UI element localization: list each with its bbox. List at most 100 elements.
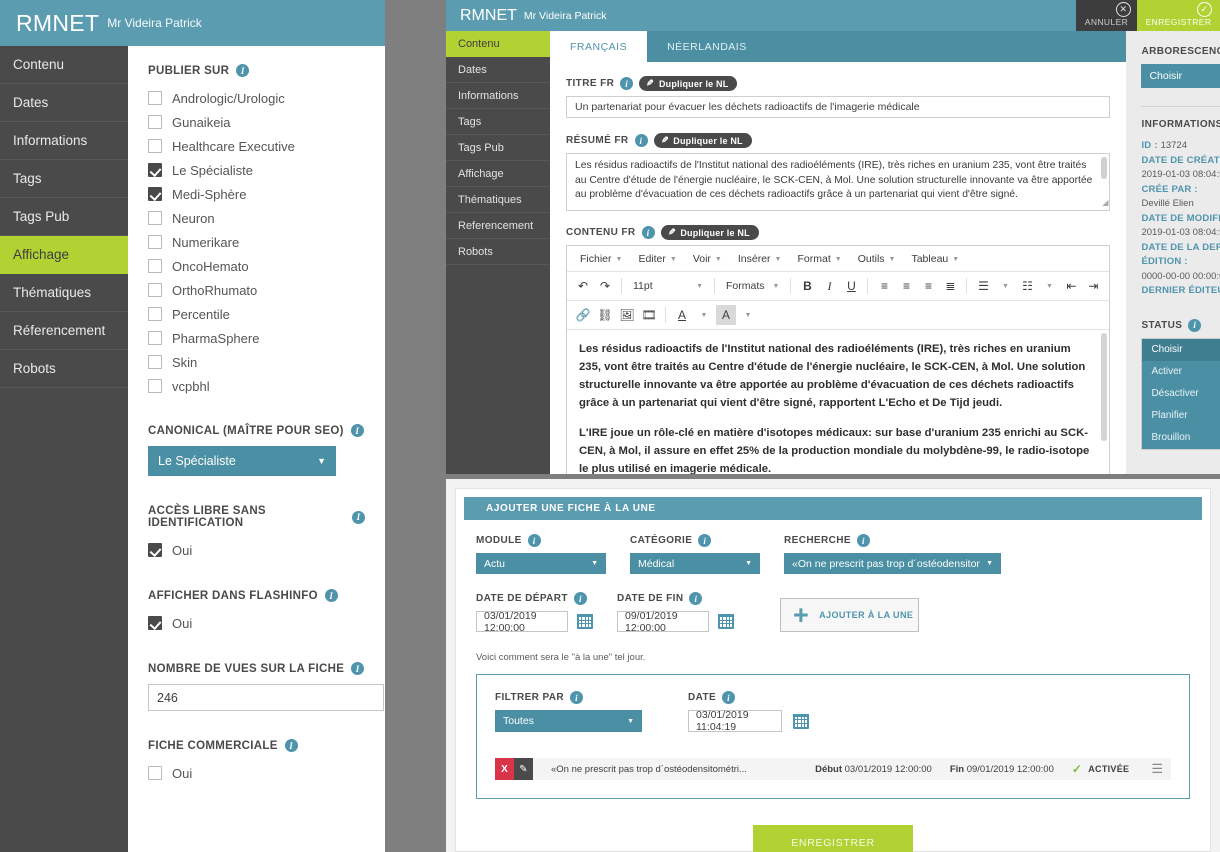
resume-textarea[interactable]: Les résidus radioactifs de l'Institut na… bbox=[566, 153, 1111, 211]
dupliquer-nl-titre-button[interactable]: ✎ Dupliquer le NL bbox=[639, 76, 738, 91]
list-item[interactable]: Le Spécialiste bbox=[148, 158, 365, 182]
publier-checkbox[interactable] bbox=[148, 331, 162, 345]
info-icon[interactable]: i bbox=[324, 589, 338, 602]
modal-sidebar-item-affichage[interactable]: Affichage bbox=[446, 161, 550, 187]
chevron-down-icon[interactable]: ▼ bbox=[738, 305, 758, 325]
text-color-icon[interactable]: A bbox=[672, 305, 692, 325]
calendar-icon[interactable] bbox=[793, 713, 809, 729]
tab-n-erlandais[interactable]: NÉERLANDAIS bbox=[647, 31, 767, 62]
status-option[interactable]: Activer bbox=[1142, 361, 1220, 383]
publier-checkbox[interactable] bbox=[148, 379, 162, 393]
info-icon[interactable]: i bbox=[352, 510, 365, 524]
bullet-list-icon[interactable]: ☰ bbox=[973, 276, 993, 296]
menu-format[interactable]: Format ▼ bbox=[790, 251, 848, 267]
editor-menubar[interactable]: Fichier ▼ Editer ▼ Voir ▼ Insérer ▼ Format ▼ Outil… bbox=[567, 246, 1110, 272]
underline-icon[interactable]: U bbox=[841, 276, 861, 296]
dupliquer-nl-resume-button[interactable]: ✎ Dupliquer le NL bbox=[653, 133, 752, 148]
date-depart-input[interactable]: 03/01/2019 12:00:00 bbox=[476, 610, 568, 634]
formats-select[interactable]: Formats ▼ bbox=[721, 276, 784, 296]
info-icon[interactable]: i bbox=[351, 662, 365, 675]
unlink-icon[interactable]: ⛓ bbox=[595, 305, 615, 325]
status-option[interactable]: Désactiver bbox=[1142, 383, 1220, 405]
sidebar-item-contenu[interactable]: Contenu bbox=[0, 46, 128, 84]
enregistrer-button[interactable]: ENREGISTRER bbox=[753, 825, 913, 852]
sidebar-item-r-ferencement[interactable]: Réferencement bbox=[0, 312, 128, 350]
modal-sidebar-item-referencement[interactable]: Referencement bbox=[446, 213, 550, 239]
list-item[interactable]: OrthoRhumato bbox=[148, 278, 365, 302]
status-option[interactable]: Brouillon bbox=[1142, 427, 1220, 449]
publier-checkbox[interactable] bbox=[148, 355, 162, 369]
publier-checkbox[interactable] bbox=[148, 139, 162, 153]
list-item[interactable]: Neuron bbox=[148, 206, 365, 230]
info-icon[interactable]: i bbox=[570, 691, 584, 704]
modal-sidebar-item-robots[interactable]: Robots bbox=[446, 239, 550, 265]
info-icon[interactable]: i bbox=[1188, 318, 1202, 332]
filtrer-par-select[interactable]: Toutes ▼ bbox=[495, 710, 642, 732]
save-button[interactable]: ✓ ENREGISTRER bbox=[1137, 0, 1220, 31]
italic-icon[interactable]: I bbox=[819, 276, 839, 296]
menu-voir[interactable]: Voir ▼ bbox=[686, 251, 729, 267]
ajouter-a-la-une-button[interactable]: + AJOUTER À LA UNE bbox=[780, 598, 919, 632]
resize-grip-icon[interactable]: ◢ bbox=[1102, 196, 1108, 211]
list-item[interactable]: Gunaikeia bbox=[148, 110, 365, 134]
list-item[interactable]: Andrologic/Urologic bbox=[148, 86, 365, 110]
acces-libre-row[interactable]: Oui bbox=[148, 538, 365, 562]
undo-icon[interactable]: ↶ bbox=[573, 276, 593, 296]
drag-handle-icon[interactable]: ☰ bbox=[1151, 762, 1163, 775]
chevron-down-icon[interactable]: ▼ bbox=[995, 276, 1015, 296]
info-icon[interactable]: i bbox=[698, 534, 712, 547]
menu-fichier[interactable]: Fichier ▼ bbox=[573, 251, 629, 267]
modal-sidebar-item-contenu[interactable]: Contenu bbox=[446, 31, 550, 57]
list-item[interactable]: PharmaSphere bbox=[148, 326, 365, 350]
publier-checkbox[interactable] bbox=[148, 163, 162, 177]
publier-checkbox[interactable] bbox=[148, 211, 162, 225]
nombre-vues-input[interactable]: 246 bbox=[148, 684, 384, 711]
publier-checkbox[interactable] bbox=[148, 235, 162, 249]
publier-checkbox[interactable] bbox=[148, 187, 162, 201]
chevron-down-icon[interactable]: ▼ bbox=[694, 305, 714, 325]
redo-icon[interactable]: ↷ bbox=[595, 276, 615, 296]
info-icon[interactable]: i bbox=[573, 592, 587, 605]
numbered-list-icon[interactable]: ☷ bbox=[1017, 276, 1037, 296]
list-item[interactable]: Skin bbox=[148, 350, 365, 374]
calendar-icon[interactable] bbox=[577, 614, 593, 629]
outdent-icon[interactable]: ⇤ bbox=[1061, 276, 1081, 296]
cancel-button[interactable]: ✕ ANNULER bbox=[1076, 0, 1137, 31]
flashinfo-row[interactable]: Oui bbox=[148, 611, 365, 635]
bold-icon[interactable]: B bbox=[797, 276, 817, 296]
info-icon[interactable]: i bbox=[634, 134, 648, 147]
modal-sidebar-item-tags[interactable]: Tags bbox=[446, 109, 550, 135]
dupliquer-nl-contenu-button[interactable]: ✎ Dupliquer le NL bbox=[660, 225, 759, 240]
modal-sidebar-item-dates[interactable]: Dates bbox=[446, 57, 550, 83]
modal-sidebar-item-informations[interactable]: Informations bbox=[446, 83, 550, 109]
edit-fiche-button[interactable]: ✎ bbox=[514, 758, 533, 780]
language-tabs[interactable]: FRANÇAIS NÉERLANDAIS bbox=[550, 31, 1127, 62]
editor-scrollbar[interactable] bbox=[1101, 333, 1108, 441]
background-color-icon[interactable]: A bbox=[716, 305, 736, 325]
arborescence-select[interactable]: Choisir ⬍ bbox=[1141, 64, 1220, 88]
info-icon[interactable]: i bbox=[527, 534, 541, 547]
menu-tableau[interactable]: Tableau ▼ bbox=[904, 251, 966, 267]
menu-editer[interactable]: Editer ▼ bbox=[631, 251, 683, 267]
align-center-icon[interactable]: ≡ bbox=[896, 276, 916, 296]
sidebar-item-informations[interactable]: Informations bbox=[0, 122, 128, 160]
list-item[interactable]: Medi-Sphère bbox=[148, 182, 365, 206]
fiche-row[interactable]: X ✎ «On ne prescrit pas trop d´ostéodens… bbox=[495, 758, 1171, 780]
date-fin-input[interactable]: 09/01/2019 12:00:00 bbox=[617, 610, 709, 634]
publier-checkbox[interactable] bbox=[148, 91, 162, 105]
menu-outils[interactable]: Outils ▼ bbox=[851, 251, 903, 267]
info-icon[interactable]: i bbox=[620, 77, 634, 90]
status-option[interactable]: Choisir bbox=[1142, 338, 1220, 361]
align-left-icon[interactable]: ≡ bbox=[874, 276, 894, 296]
fiche-commerciale-checkbox[interactable] bbox=[148, 766, 162, 780]
align-justify-icon[interactable]: ≣ bbox=[940, 276, 960, 296]
menu-insrer[interactable]: Insérer ▼ bbox=[731, 251, 789, 267]
info-icon[interactable]: i bbox=[350, 424, 364, 437]
acces-libre-checkbox[interactable] bbox=[148, 543, 162, 557]
editor-content[interactable]: Les résidus radioactifs de l'Institut na… bbox=[567, 330, 1109, 474]
sidebar-item-affichage[interactable]: Affichage bbox=[0, 236, 128, 274]
indent-icon[interactable]: ⇥ bbox=[1083, 276, 1103, 296]
info-icon[interactable]: i bbox=[856, 534, 870, 547]
tab-fran-ais[interactable]: FRANÇAIS bbox=[550, 31, 648, 62]
publier-checkbox[interactable] bbox=[148, 115, 162, 129]
